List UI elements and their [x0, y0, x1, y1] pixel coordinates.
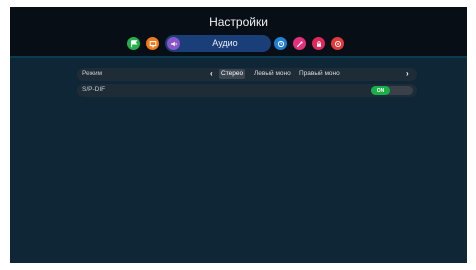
toggle-state: ON [371, 86, 390, 95]
spdif-toggle[interactable]: ON [371, 86, 413, 95]
tab-clock[interactable] [274, 37, 287, 50]
mode-row[interactable]: Режим ‹ Стерео Левый моно Правый моно › [77, 68, 417, 81]
mode-option-right-mono[interactable]: Правый моно [299, 70, 340, 77]
reset-icon [334, 40, 341, 47]
header: Настройки Аудио [10, 7, 467, 58]
tab-wrench[interactable] [293, 37, 306, 50]
tab-reset[interactable] [331, 37, 344, 50]
wrench-icon [296, 40, 303, 47]
screen-icon [149, 40, 156, 47]
tab-audio[interactable]: Аудио [165, 35, 271, 52]
tab-flag[interactable] [127, 37, 140, 50]
clock-icon [277, 40, 284, 47]
page-title: Настройки [209, 15, 268, 29]
settings-screen: Настройки Аудио Режим ‹ Стерео Левый мон… [10, 7, 467, 263]
spdif-row[interactable]: S/P-DIF ON [77, 84, 417, 97]
mode-label: Режим [82, 70, 103, 77]
chevron-left-icon[interactable]: ‹ [210, 69, 213, 78]
tab-screen[interactable] [146, 37, 159, 50]
mode-option-stereo[interactable]: Стерео [219, 69, 246, 79]
lock-icon [316, 40, 321, 47]
mode-option-left-mono[interactable]: Левый моно [254, 70, 291, 77]
tab-lock[interactable] [312, 37, 325, 50]
tab-audio-icon [167, 37, 180, 50]
speaker-icon [170, 41, 177, 46]
spdif-label: S/P-DIF [82, 86, 106, 93]
chevron-right-icon[interactable]: › [406, 69, 409, 78]
flag-icon [130, 39, 137, 47]
tab-audio-label: Аудио [212, 38, 238, 48]
